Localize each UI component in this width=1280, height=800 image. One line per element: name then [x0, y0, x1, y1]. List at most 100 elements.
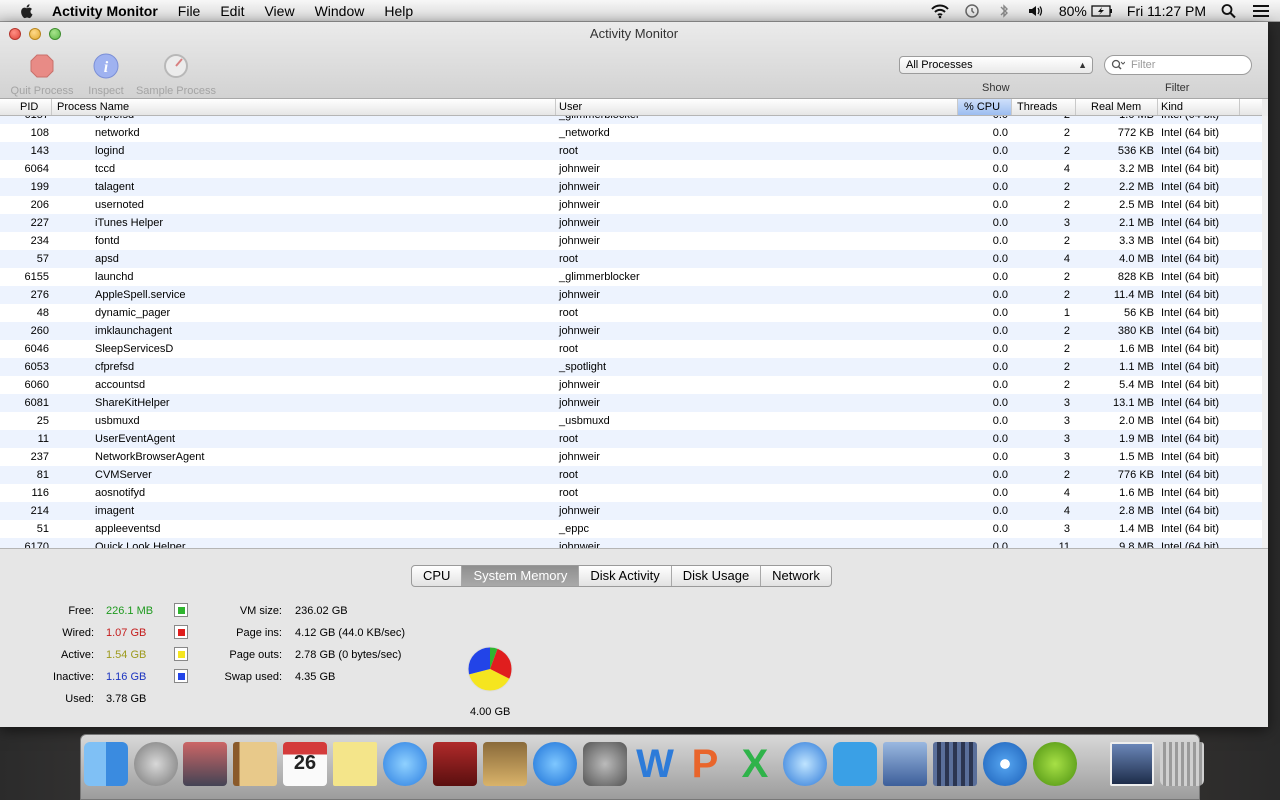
threads-cell: 4 [1063, 253, 1070, 265]
pid-cell: 206 [30, 199, 49, 211]
tab-disk-activity[interactable]: Disk Activity [579, 566, 672, 586]
column-real-mem[interactable]: Real Mem [1076, 99, 1158, 115]
spotlight-search-icon[interactable] [1220, 3, 1238, 19]
table-row[interactable]: 6081 ShareKitHelper johnweir 0.0 3 13.1 MB Int… [0, 394, 1262, 412]
apple-menu-icon[interactable] [18, 2, 36, 20]
itunes-icon[interactable] [783, 742, 827, 786]
table-row[interactable]: 6155 launchd _glimmerblocker 0.0 2 828 KB Inte… [0, 268, 1262, 286]
free-color-swatch[interactable] [174, 603, 188, 617]
column-cpu[interactable]: % CPU ▼ [958, 99, 1012, 128]
pid-cell: 143 [30, 145, 49, 157]
preview-icon[interactable] [883, 742, 927, 786]
system-preferences-icon[interactable] [583, 742, 627, 786]
clock[interactable]: Fri 11:27 PM [1127, 3, 1206, 19]
powerpoint-icon[interactable]: P [683, 742, 727, 786]
activity-monitor-icon[interactable] [933, 742, 977, 786]
column-process-name[interactable]: Process Name [52, 99, 556, 115]
volume-icon[interactable] [1027, 3, 1045, 19]
table-row[interactable]: 116 aosnotifyd root 0.0 4 1.6 MB Intel (64 bit… [0, 484, 1262, 502]
column-user[interactable]: User [556, 99, 958, 115]
inspect-button[interactable]: i Inspect [84, 52, 128, 97]
inactive-color-swatch[interactable] [174, 669, 188, 683]
menu-file[interactable]: File [178, 3, 201, 19]
process-filter-select[interactable]: All Processes ▲ [899, 56, 1093, 74]
table-row[interactable]: 227 iTunes Helper johnweir 0.0 3 2.1 MB Intel … [0, 214, 1262, 232]
launchpad-icon[interactable] [134, 742, 178, 786]
spotify-icon[interactable] [1033, 742, 1077, 786]
table-row[interactable]: 6046 SleepServicesD root 0.0 2 1.6 MB Intel (6… [0, 340, 1262, 358]
table-row[interactable]: 6060 accountsd johnweir 0.0 2 5.4 MB Intel (64… [0, 376, 1262, 394]
table-row[interactable]: 57 apsd root 0.0 4 4.0 MB Intel (64 bit) [0, 250, 1262, 268]
messages-icon[interactable] [383, 742, 427, 786]
table-row[interactable]: 6064 tccd johnweir 0.0 4 3.2 MB Intel (64 bit) [0, 160, 1262, 178]
filter-search-field[interactable]: Filter [1104, 55, 1252, 75]
wifi-icon[interactable] [931, 3, 949, 19]
table-row[interactable]: 206 usernoted johnweir 0.0 2 2.5 MB Intel (64 … [0, 196, 1262, 214]
menu-help[interactable]: Help [384, 3, 413, 19]
table-row[interactable]: 214 imagent johnweir 0.0 4 2.8 MB Intel (64 bi… [0, 502, 1262, 520]
table-row[interactable]: 234 fontd johnweir 0.0 2 3.3 MB Intel (64 bit) [0, 232, 1262, 250]
excel-icon[interactable]: X [733, 742, 777, 786]
column-pid[interactable]: PID [0, 99, 52, 115]
tab-disk-usage[interactable]: Disk Usage [672, 566, 762, 586]
notification-center-icon[interactable] [1252, 3, 1270, 19]
column-threads[interactable]: Threads [1012, 99, 1076, 115]
table-row[interactable]: 276 AppleSpell.service johnweir 0.0 2 11.4 MB… [0, 286, 1262, 304]
kind-cell: Intel (64 bit) [1161, 116, 1219, 124]
table-row[interactable]: 25 usbmuxd _usbmuxd 0.0 3 2.0 MB Intel (64 bit… [0, 412, 1262, 430]
time-machine-icon[interactable] [963, 3, 981, 19]
menu-edit[interactable]: Edit [220, 3, 244, 19]
table-row[interactable]: 6053 cfprefsd _spotlight 0.0 2 1.1 MB Intel (6… [0, 358, 1262, 376]
table-row[interactable]: 108 networkd _networkd 0.0 2 772 KB Intel (64 … [0, 124, 1262, 142]
pid-cell: 48 [36, 307, 49, 319]
word-icon[interactable]: W [633, 742, 677, 786]
battery-percent[interactable]: 80% [1059, 3, 1087, 19]
photo-booth-icon[interactable] [433, 742, 477, 786]
battery-icon[interactable] [1091, 3, 1113, 19]
bluetooth-icon[interactable] [995, 3, 1013, 19]
menu-window[interactable]: Window [315, 3, 365, 19]
app-store-icon[interactable] [533, 742, 577, 786]
process-name-cell: UserEventAgent [95, 433, 176, 445]
app-menu[interactable]: Activity Monitor [52, 3, 158, 19]
process-table[interactable]: 6157 cfprefsd _glimmerblocker 0.0 2 1.0 MB Int… [0, 116, 1262, 548]
table-row[interactable]: 260 imklaunchagent johnweir 0.0 2 380 KB Intel… [0, 322, 1262, 340]
table-row[interactable]: 48 dynamic_pager root 0.0 1 56 KB Intel (64 bi… [0, 304, 1262, 322]
tab-system-memory[interactable]: System Memory [462, 566, 580, 586]
image-capture-icon[interactable] [183, 742, 227, 786]
table-scrollbar[interactable] [1262, 116, 1268, 548]
active-color-swatch[interactable] [174, 647, 188, 661]
tab-cpu[interactable]: CPU [412, 566, 463, 586]
twitter-icon[interactable] [833, 742, 877, 786]
table-row[interactable]: 51 appleeventsd _eppc 0.0 3 1.4 MB Intel (64 b… [0, 520, 1262, 538]
process-name-cell: imklaunchagent [95, 325, 173, 337]
tab-network[interactable]: Network [761, 566, 831, 586]
quit-process-button[interactable]: Quit Process [9, 52, 75, 97]
pid-cell: 6157 [0, 116, 49, 124]
wired-color-swatch[interactable] [174, 625, 188, 639]
table-row[interactable]: 143 logind root 0.0 2 536 KB Intel (64 bit) [0, 142, 1262, 160]
downloads-stack-icon[interactable] [1110, 742, 1154, 786]
table-row[interactable]: 6157 cfprefsd _glimmerblocker 0.0 2 1.0 MB Int… [0, 116, 1262, 124]
table-row[interactable]: 81 CVMServer root 0.0 2 776 KB Intel (64 bit) [0, 466, 1262, 484]
table-row[interactable]: 6170 Quick Look Helper johnweir 0.0 11 9.8 MB… [0, 538, 1262, 548]
finder-icon[interactable] [84, 742, 128, 786]
user-cell: _glimmerblocker [559, 271, 640, 283]
column-kind[interactable]: Kind [1158, 99, 1240, 115]
calendar-icon[interactable]: 26 [283, 742, 327, 786]
free-label: Free: [68, 605, 94, 617]
trash-icon[interactable] [1160, 742, 1204, 786]
user-cell: johnweir [559, 217, 600, 229]
contacts-icon[interactable] [233, 742, 277, 786]
pid-cell: 57 [36, 253, 49, 265]
table-row[interactable]: 11 UserEventAgent root 0.0 3 1.9 MB Intel (64 … [0, 430, 1262, 448]
iphoto-icon[interactable] [483, 742, 527, 786]
table-row[interactable]: 237 NetworkBrowserAgent johnweir 0.0 3 1.5 MB… [0, 448, 1262, 466]
user-cell: johnweir [559, 289, 600, 301]
safari-icon[interactable] [983, 742, 1027, 786]
table-row[interactable]: 199 talagent johnweir 0.0 2 2.2 MB Intel (64 b… [0, 178, 1262, 196]
menu-view[interactable]: View [264, 3, 294, 19]
threads-cell: 2 [1063, 145, 1070, 157]
sample-process-button[interactable]: Sample Process [134, 52, 218, 97]
stickies-icon[interactable] [333, 742, 377, 786]
